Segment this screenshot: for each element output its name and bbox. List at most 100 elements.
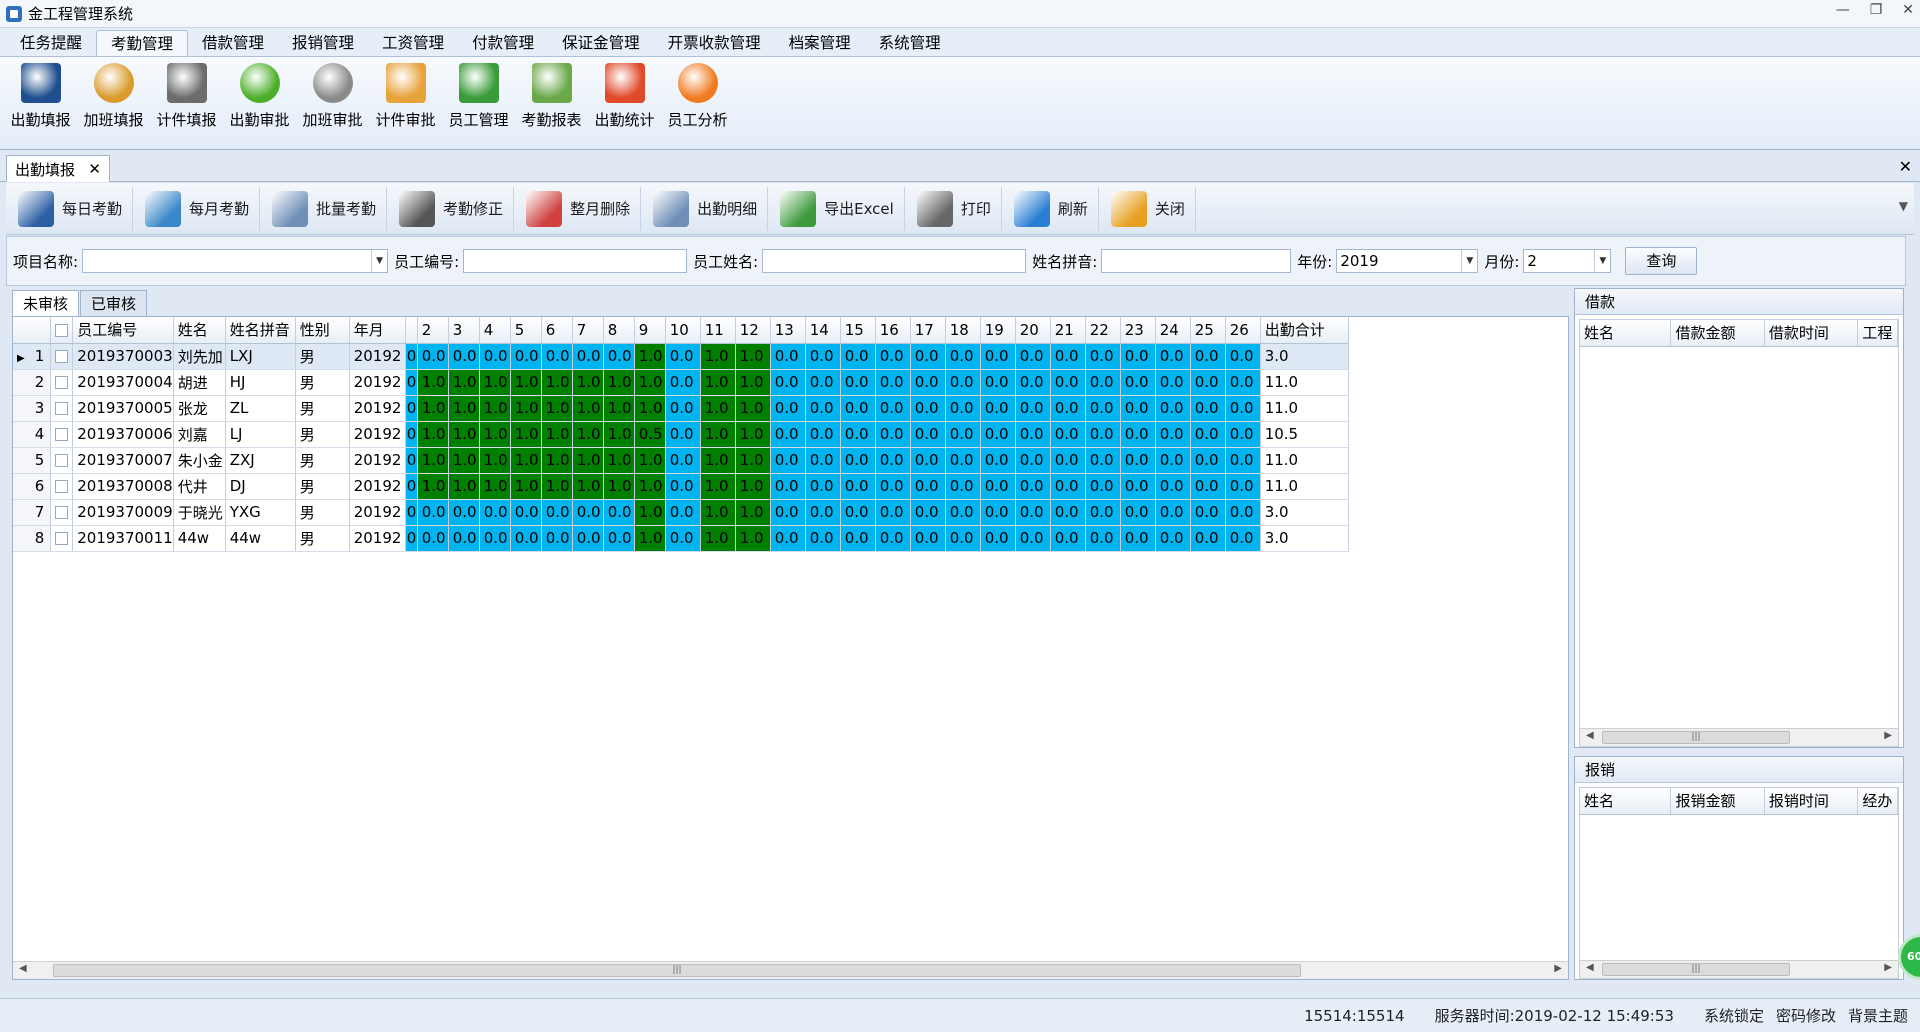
toolbar-button[interactable]: 整月删除 [520, 186, 642, 231]
day-column-header[interactable]: 19 [980, 317, 1016, 344]
day-cell[interactable]: 0.0 [1190, 369, 1226, 396]
day-cell[interactable]: 0.0 [1050, 447, 1086, 474]
day-cell[interactable]: 0.0 [840, 369, 876, 396]
review-tab[interactable]: 未审核 [12, 290, 80, 316]
ribbon-button[interactable]: 员工管理 [442, 57, 515, 145]
day-cell[interactable]: 1.0 [735, 421, 771, 448]
day-cell[interactable]: 0.0 [980, 343, 1016, 370]
cell-name[interactable]: 刘嘉 [173, 421, 226, 448]
day-cell[interactable]: 0.0 [840, 499, 876, 526]
close-window-icon[interactable]: ✕ [1902, 2, 1914, 18]
chevron-down-icon[interactable]: ▼ [1461, 250, 1477, 272]
review-tab[interactable]: 已审核 [80, 290, 148, 316]
cell-ym[interactable]: 20192 [349, 369, 406, 396]
day-column-header[interactable]: 6 [541, 317, 573, 344]
day-cell[interactable]: 0 [405, 447, 418, 474]
day-cell[interactable]: 0.0 [665, 499, 701, 526]
day-column-header[interactable]: 16 [875, 317, 911, 344]
scroll-thumb[interactable]: ||| [1602, 963, 1790, 976]
day-cell[interactable]: 0.0 [1190, 421, 1226, 448]
day-cell[interactable]: 1.0 [603, 473, 635, 500]
day-cell[interactable]: 1.0 [735, 525, 771, 552]
day-cell[interactable]: 0.0 [1190, 499, 1226, 526]
day-cell[interactable]: 0.0 [1085, 525, 1121, 552]
day-cell[interactable]: 0.0 [417, 343, 449, 370]
day-cell[interactable]: 1.0 [572, 369, 604, 396]
day-cell[interactable]: 0.0 [770, 369, 806, 396]
cell-name[interactable]: 于晓光 [173, 499, 226, 526]
table-row[interactable]: 5 2019370007 朱小金 ZXJ 男 20192 0 1.0 1.0 1.0 1.0 1.0 1… [13, 447, 1349, 474]
day-cell[interactable]: 0.0 [1050, 525, 1086, 552]
day-column-header[interactable]: 9 [634, 317, 666, 344]
day-cell[interactable]: 0.0 [1120, 499, 1156, 526]
cell-name[interactable]: 刘先加 [173, 343, 226, 370]
day-cell[interactable]: 0.0 [1015, 369, 1051, 396]
day-cell[interactable]: 0.0 [1120, 447, 1156, 474]
day-cell[interactable]: 0.0 [665, 473, 701, 500]
day-column-header[interactable]: 13 [770, 317, 806, 344]
day-cell[interactable]: 1.0 [603, 447, 635, 474]
cell-total[interactable]: 11.0 [1260, 447, 1349, 474]
day-cell[interactable]: 1.0 [448, 395, 480, 422]
cell-id[interactable]: 2019370009 [72, 499, 174, 526]
day-cell[interactable]: 0.0 [1120, 369, 1156, 396]
total-column-header[interactable]: 出勤合计 [1260, 317, 1349, 344]
name-input[interactable] [762, 249, 1027, 273]
day-cell[interactable]: 0 [405, 421, 418, 448]
ribbon-button[interactable]: 加班审批 [296, 57, 369, 145]
row-checkbox[interactable] [50, 421, 74, 448]
day-cell[interactable]: 0.0 [1015, 525, 1051, 552]
attendance-grid[interactable]: 员工编号 姓名 姓名拼音 性别 年月 2 3 4 5 6 7 8 9 10 11 12 13 14 15 16 17 18… [12, 316, 1569, 980]
cell-py[interactable]: DJ [225, 473, 296, 500]
empno-input[interactable] [463, 249, 688, 273]
day-cell[interactable]: 0.0 [541, 343, 573, 370]
menu-tab[interactable]: 付款管理 [458, 30, 548, 56]
column-header[interactable]: 姓名拼音 [225, 317, 296, 344]
day-cell[interactable]: 0.0 [1050, 369, 1086, 396]
day-cell[interactable]: 1.0 [541, 395, 573, 422]
day-cell[interactable]: 0.0 [572, 499, 604, 526]
day-cell[interactable]: 0.0 [603, 525, 635, 552]
chevron-down-icon[interactable]: ▼ [1594, 250, 1610, 272]
lock-system-link[interactable]: 系统锁定 [1704, 1005, 1764, 1026]
day-cell[interactable]: 0.0 [945, 525, 981, 552]
day-cell[interactable]: 0.0 [1225, 447, 1261, 474]
day-column-header[interactable]: 26 [1225, 317, 1261, 344]
loan-horizontal-scrollbar[interactable]: ◀ ||| ▶ [1580, 728, 1898, 746]
cell-ym[interactable]: 20192 [349, 447, 406, 474]
pinyin-input[interactable] [1101, 249, 1292, 273]
day-cell[interactable]: 0.0 [980, 395, 1016, 422]
cell-total[interactable]: 3.0 [1260, 343, 1349, 370]
scroll-left-icon[interactable]: ◀ [1586, 730, 1594, 741]
cell-total[interactable]: 11.0 [1260, 369, 1349, 396]
row-checkbox[interactable] [50, 395, 74, 422]
cell-id[interactable]: 2019370004 [72, 369, 174, 396]
table-row[interactable]: 2 2019370004 胡进 HJ 男 20192 0 1.0 1.0 1.0 1.0 1.0 1.0… [13, 369, 1349, 396]
toolbar-button[interactable]: 每月考勤 [139, 186, 261, 231]
day-cell[interactable]: 0.0 [1085, 499, 1121, 526]
day-cell[interactable]: 1.0 [700, 421, 736, 448]
day-cell[interactable]: 0.0 [1225, 395, 1261, 422]
day-cell[interactable]: 0 [405, 499, 418, 526]
day-cell[interactable]: 1.0 [634, 447, 666, 474]
day-cell[interactable]: 0.0 [1015, 343, 1051, 370]
day-cell[interactable]: 0.0 [910, 395, 946, 422]
day-cell[interactable]: 1.0 [700, 499, 736, 526]
day-cell[interactable]: 0.0 [875, 343, 911, 370]
day-cell[interactable]: 0.0 [572, 343, 604, 370]
day-cell[interactable]: 0.0 [1050, 499, 1086, 526]
day-column-header[interactable]: 3 [448, 317, 480, 344]
day-cell[interactable]: 0.0 [1015, 473, 1051, 500]
day-cell[interactable]: 0.0 [770, 421, 806, 448]
day-cell[interactable]: 0 [405, 525, 418, 552]
day-cell[interactable]: 0.0 [875, 447, 911, 474]
day-cell[interactable]: 0.0 [1225, 473, 1261, 500]
day-cell[interactable]: 1.0 [479, 447, 511, 474]
theme-link[interactable]: 背景主题 [1848, 1005, 1908, 1026]
column-header[interactable]: 报销金额 [1670, 788, 1765, 815]
minimize-icon[interactable]: — [1836, 2, 1850, 18]
day-cell[interactable]: 1.0 [510, 421, 542, 448]
cell-ym[interactable]: 20192 [349, 499, 406, 526]
day-cell[interactable]: 1.0 [417, 369, 449, 396]
day-cell[interactable]: 0.0 [1155, 343, 1191, 370]
